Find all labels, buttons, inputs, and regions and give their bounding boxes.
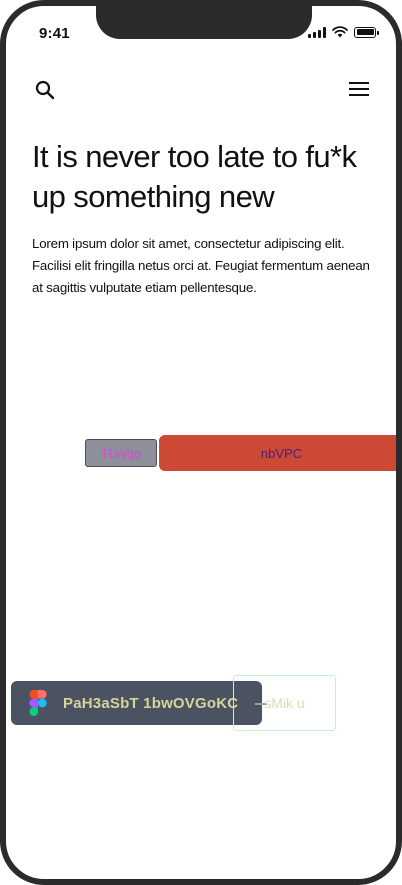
cellular-signal-icon [308,26,326,38]
battery-icon [354,26,379,38]
figma-logo-icon [29,690,47,716]
phone-frame: 9:41 It is never too late to fu*k up som… [0,0,402,885]
grey-button[interactable]: TLWqo [85,439,157,467]
body-paragraph: Lorem ipsum dolor sit amet, consectetur … [32,236,370,295]
ghost-button[interactable]: sMik u [233,675,336,731]
wifi-icon [332,26,348,38]
status-time: 9:41 [39,25,70,42]
page-headline: It is never too late to fu*k up somethin… [32,139,357,214]
hamburger-menu-icon[interactable] [348,80,370,98]
device-notch [96,6,312,39]
search-icon[interactable] [34,79,56,101]
red-button[interactable]: nbVPC [159,435,396,471]
figma-chip-label: PaH3aSbT 1bwOVGoKC [63,694,239,712]
status-icons [308,26,379,38]
figma-chip[interactable]: PaH3aSbT 1bwOVGoKC [11,681,262,725]
